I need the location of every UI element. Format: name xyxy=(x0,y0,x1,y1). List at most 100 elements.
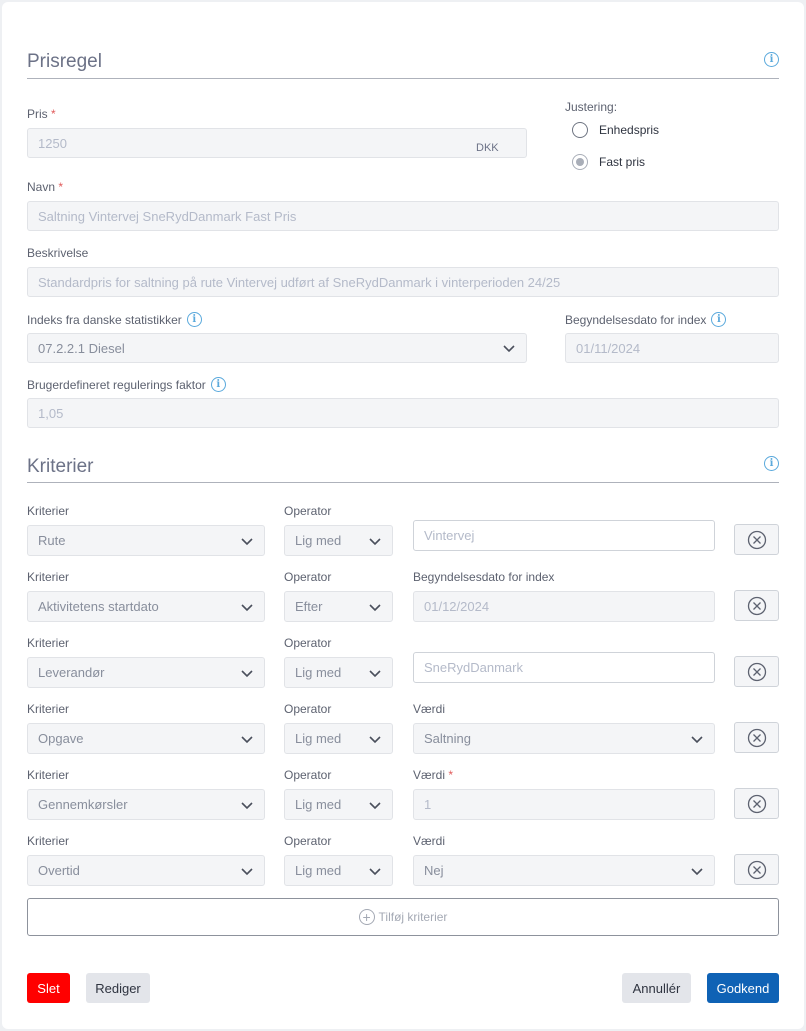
operator-select[interactable]: Lig med xyxy=(284,657,393,688)
operator-value: Lig med xyxy=(295,533,342,548)
kriterier-label: Kriterier xyxy=(27,834,70,848)
faktor-info-icon[interactable]: i xyxy=(210,377,226,392)
radio-enhedspris[interactable]: Enhedspris xyxy=(572,122,659,138)
operator-value: Lig med xyxy=(295,863,342,878)
begyndelsesdato-input[interactable]: 01/11/2024 xyxy=(565,333,779,363)
indeks-info-icon[interactable]: i xyxy=(186,312,202,327)
chevron-down-icon xyxy=(691,735,703,743)
add-criteria-label: Tilføj kriterier xyxy=(378,910,448,924)
chevron-down-icon xyxy=(369,801,381,809)
value-input[interactable]: 01/12/2024 xyxy=(413,591,715,622)
remove-icon xyxy=(747,530,766,549)
kriterier-label: Kriterier xyxy=(27,504,70,518)
remove-icon xyxy=(747,662,766,681)
remove-criteria-button[interactable] xyxy=(734,854,779,885)
kriterier-label: Kriterier xyxy=(27,768,70,782)
pris-value: 1250 xyxy=(38,135,67,151)
value-select[interactable]: Nej xyxy=(413,855,715,886)
operator-select[interactable]: Lig med xyxy=(284,525,393,556)
kriterier-info-icon[interactable]: i xyxy=(764,456,779,471)
value-value: 1 xyxy=(424,797,432,812)
value-input[interactable]: Vintervej xyxy=(413,520,715,551)
remove-criteria-button[interactable] xyxy=(734,788,779,819)
indeks-select[interactable]: 07.2.2.1 Diesel xyxy=(27,333,527,363)
kriterier-label: Kriterier xyxy=(27,636,70,650)
beskrivelse-label: Beskrivelse xyxy=(27,246,89,260)
value-value: Saltning xyxy=(424,731,471,746)
radio-enhedspris-label: Enhedspris xyxy=(599,123,660,137)
pris-input[interactable]: 1250 xyxy=(27,128,527,158)
operator-label: Operator xyxy=(284,768,332,782)
begyndelsesdato-info-icon[interactable]: i xyxy=(711,312,727,327)
kriterie-select[interactable]: Overtid xyxy=(27,855,265,886)
radio-fast-pris[interactable]: Fast pris xyxy=(572,154,645,170)
operator-select[interactable]: Lig med xyxy=(284,789,393,820)
edit-button[interactable]: Rediger xyxy=(86,973,150,1003)
value-value: 01/12/2024 xyxy=(424,599,490,614)
add-criteria-button[interactable]: + Tilføj kriterier xyxy=(27,898,779,936)
kriterie-select[interactable]: Leverandør xyxy=(27,657,265,688)
value-label: Begyndelsesdato for index xyxy=(413,570,555,584)
operator-value: Lig med xyxy=(295,665,342,680)
remove-criteria-button[interactable] xyxy=(734,722,779,753)
operator-select[interactable]: Efter xyxy=(284,591,393,622)
kriterier-divider xyxy=(27,482,779,483)
chevron-down-icon xyxy=(503,345,515,353)
kriterie-select[interactable]: Opgave xyxy=(27,723,265,754)
indeks-label: Indeks fra danske statistikker xyxy=(27,312,182,327)
operator-value: Efter xyxy=(295,599,323,614)
kriterie-value: Leverandør xyxy=(38,665,105,680)
remove-criteria-button[interactable] xyxy=(734,524,779,555)
kriterie-select[interactable]: Rute xyxy=(27,525,265,556)
navn-input[interactable]: Saltning Vintervej SneRydDanmark Fast Pr… xyxy=(27,201,779,231)
kriterie-value: Aktivitetens startdato xyxy=(38,599,159,614)
approve-button[interactable]: Godkend xyxy=(707,973,779,1003)
value-input[interactable]: SneRydDanmark xyxy=(413,652,715,683)
kriterier-label: Kriterier xyxy=(27,570,70,584)
beskrivelse-input[interactable]: Standardpris for saltning på rute Vinter… xyxy=(27,267,779,297)
begyndelsesdato-label-row: Begyndelsesdato for index i xyxy=(565,312,727,327)
pris-label: Pris * xyxy=(27,107,56,121)
operator-label: Operator xyxy=(284,702,332,716)
chevron-down-icon xyxy=(691,867,703,875)
indeks-label-row: Indeks fra danske statistikker i xyxy=(27,312,202,327)
remove-criteria-button[interactable] xyxy=(734,656,779,687)
value-value: SneRydDanmark xyxy=(424,660,523,675)
chevron-down-icon xyxy=(241,537,253,545)
chevron-down-icon xyxy=(241,867,253,875)
remove-icon xyxy=(747,728,766,747)
kriterie-select[interactable]: Gennemkørsler xyxy=(27,789,265,820)
kriterie-value: Gennemkørsler xyxy=(38,797,128,812)
cancel-button[interactable]: Annullér xyxy=(622,973,691,1003)
operator-select[interactable]: Lig med xyxy=(284,723,393,754)
chevron-down-icon xyxy=(369,669,381,677)
chevron-down-icon xyxy=(241,603,253,611)
delete-button[interactable]: Slet xyxy=(27,973,70,1003)
faktor-input[interactable]: 1,05 xyxy=(27,398,779,428)
chevron-down-icon xyxy=(369,537,381,545)
prisregel-title: Prisregel xyxy=(27,51,102,72)
radio-fast-pris-label: Fast pris xyxy=(599,155,646,169)
kriterie-select[interactable]: Aktivitetens startdato xyxy=(27,591,265,622)
faktor-value: 1,05 xyxy=(38,405,64,421)
operator-select[interactable]: Lig med xyxy=(284,855,393,886)
value-input[interactable]: 1 xyxy=(413,789,715,820)
faktor-label: Brugerdefineret regulerings faktor xyxy=(27,377,206,392)
radio-fast-pris-circle[interactable] xyxy=(572,154,588,170)
price-rule-card: Prisregel i Pris * 1250 DKK Justering: E… xyxy=(2,2,804,1029)
chevron-down-icon xyxy=(369,735,381,743)
remove-criteria-button[interactable] xyxy=(734,590,779,621)
remove-icon xyxy=(747,794,766,813)
operator-value: Lig med xyxy=(295,731,342,746)
value-label: Værdi xyxy=(413,702,446,716)
operator-label: Operator xyxy=(284,834,332,848)
beskrivelse-value: Standardpris for saltning på rute Vinter… xyxy=(38,274,561,290)
prisregel-info-icon[interactable]: i xyxy=(764,52,779,67)
radio-enhedspris-circle[interactable] xyxy=(572,122,588,138)
value-label: Værdi xyxy=(413,834,446,848)
value-value: Vintervej xyxy=(424,528,475,543)
chevron-down-icon xyxy=(241,801,253,809)
remove-icon xyxy=(747,596,766,615)
plus-icon: + xyxy=(358,909,375,925)
value-select[interactable]: Saltning xyxy=(413,723,715,754)
